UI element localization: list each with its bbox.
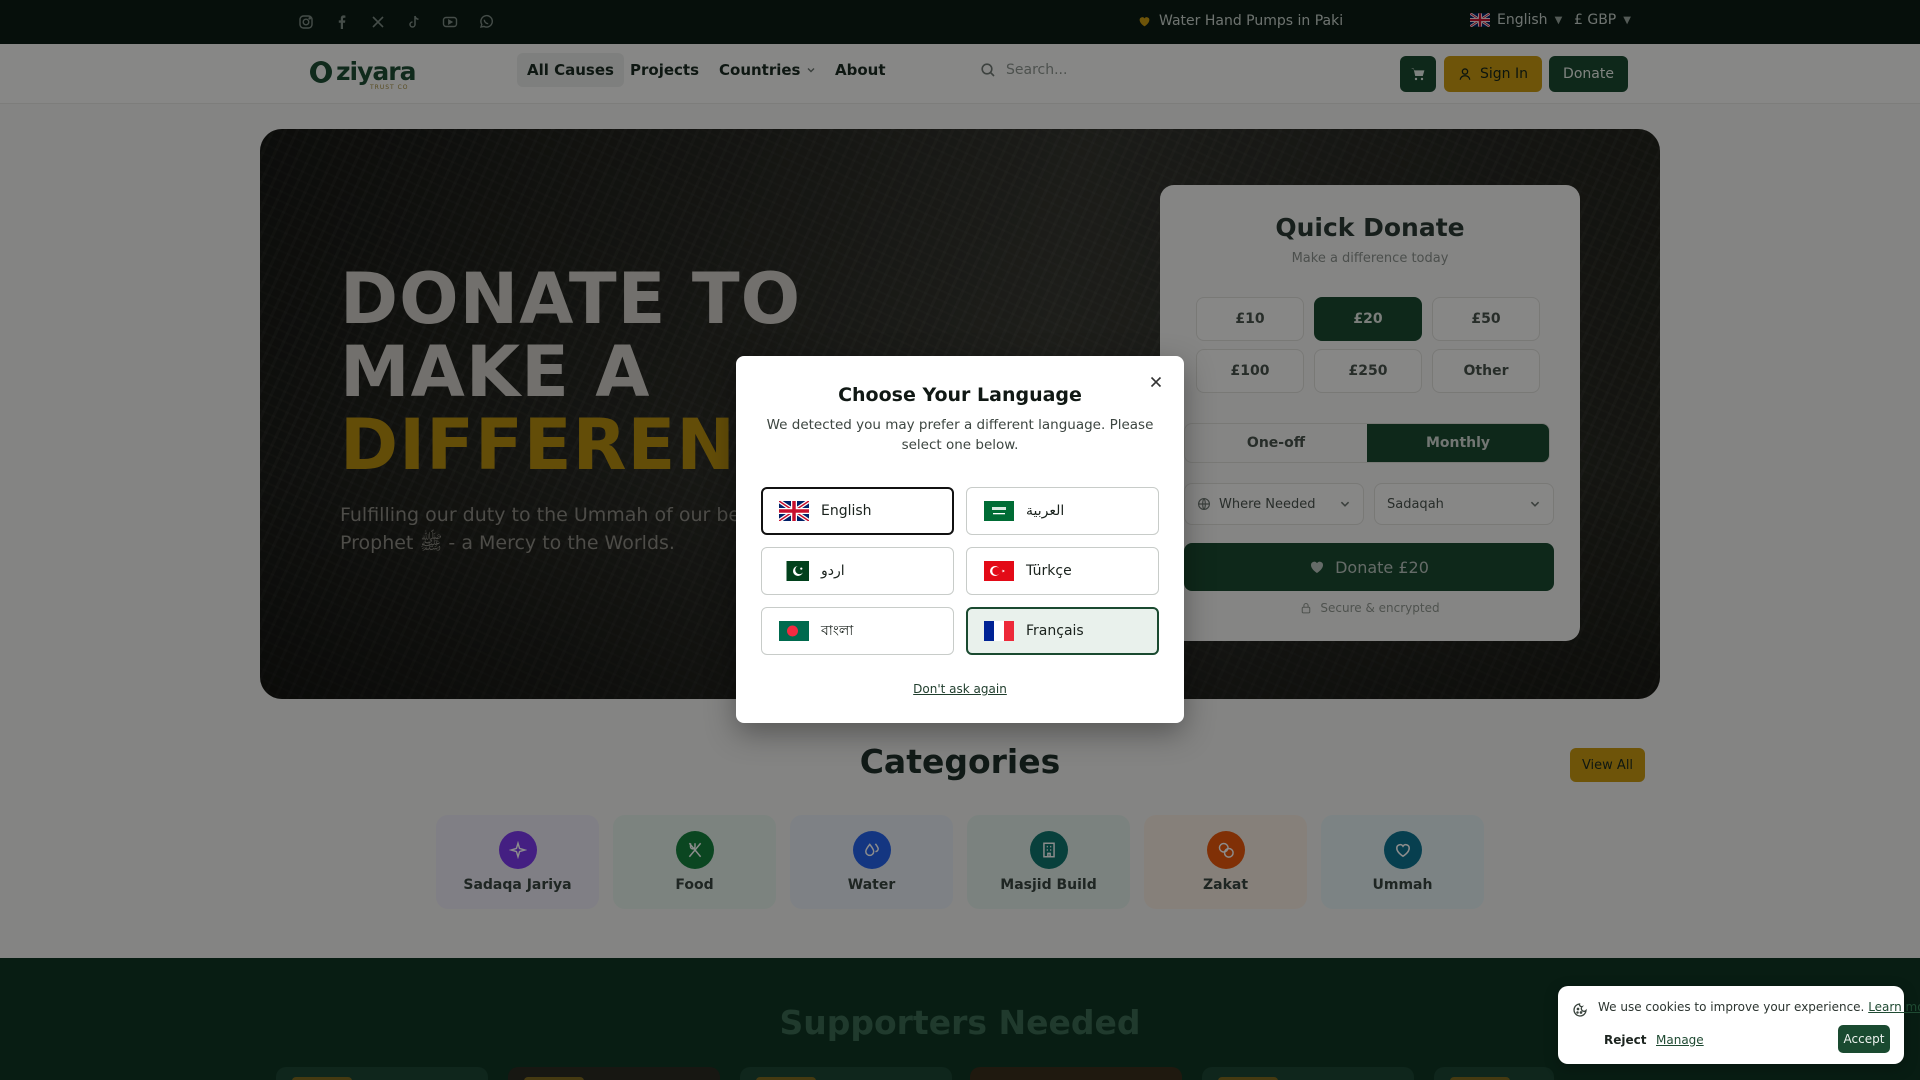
language-option-label: বাংলা bbox=[821, 623, 854, 639]
uk-flag-icon bbox=[779, 501, 809, 521]
language-modal: Choose Your Language We detected you may… bbox=[736, 356, 1184, 723]
cookie-message: We use cookies to improve your experienc… bbox=[1598, 1000, 1920, 1014]
turkey-flag-icon bbox=[984, 561, 1014, 581]
saudi-flag-icon bbox=[984, 501, 1014, 521]
learn-more-link[interactable]: Learn more bbox=[1868, 1000, 1920, 1014]
manage-cookies-link[interactable]: Manage bbox=[1656, 1030, 1704, 1050]
cookie-banner: We use cookies to improve your experienc… bbox=[1558, 986, 1920, 1064]
pakistan-flag-icon bbox=[779, 561, 809, 581]
language-option-label: Türkçe bbox=[1026, 563, 1072, 579]
modal-title: Choose Your Language bbox=[838, 384, 1082, 406]
cookie-icon bbox=[1573, 1003, 1587, 1017]
language-option-french[interactable]: Français bbox=[966, 607, 1159, 655]
language-option-english[interactable]: English bbox=[761, 487, 954, 535]
france-flag-icon bbox=[984, 621, 1014, 641]
modal-description: We detected you may prefer a different l… bbox=[766, 417, 1154, 453]
language-option-urdu[interactable]: اردو bbox=[761, 547, 954, 595]
language-option-arabic[interactable]: العربية bbox=[966, 487, 1159, 535]
language-option-label: العربية bbox=[1026, 503, 1065, 519]
accept-cookies-button[interactable]: Accept bbox=[1838, 1025, 1890, 1053]
cookie-text: We use cookies to improve your experienc… bbox=[1598, 1000, 1865, 1014]
language-option-turkish[interactable]: Türkçe bbox=[966, 547, 1159, 595]
language-option-label: اردو bbox=[821, 563, 845, 579]
dont-ask-again-link[interactable]: Don't ask again bbox=[736, 682, 1184, 696]
bangladesh-flag-icon bbox=[779, 621, 809, 641]
language-option-bengali[interactable]: বাংলা bbox=[761, 607, 954, 655]
language-option-label: English bbox=[821, 503, 872, 519]
reject-cookies-button[interactable]: Reject bbox=[1604, 1030, 1646, 1050]
language-option-label: Français bbox=[1026, 623, 1084, 639]
